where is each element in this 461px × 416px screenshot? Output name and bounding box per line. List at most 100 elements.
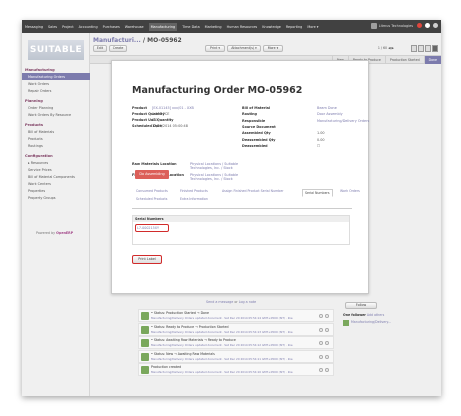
sidebar-item[interactable]: Products (22, 135, 90, 142)
breadcrumb-parent[interactable]: Manufacturi... (93, 37, 141, 44)
star-icon[interactable] (325, 354, 329, 359)
do-assembling-button[interactable]: Do Assembling (135, 170, 169, 179)
message-title: • Status: Production Started → Done (151, 311, 209, 315)
message-meta[interactable]: Manufacturing/Delivery Orders updated do… (151, 370, 293, 374)
user-menu[interactable]: Litmus Technologies (370, 23, 413, 29)
mark-read-icon[interactable] (319, 341, 323, 345)
star-icon[interactable] (325, 341, 329, 345)
follow-button[interactable]: Follow (345, 302, 377, 309)
field-value: 1.00 (317, 131, 325, 136)
stage-production-started[interactable]: Production Started (384, 56, 424, 64)
field-value[interactable]: Manufacturing/Delivery Orders (317, 119, 369, 123)
sidebar-item[interactable]: Repair Orders (22, 87, 90, 94)
mark-read-icon[interactable] (319, 368, 323, 372)
tab-item[interactable]: Scheduled Products (136, 197, 167, 201)
form-field-row: Deassembled ☐ (242, 144, 320, 148)
field-value[interactable]: Physical Locations / Suitable Technologi… (190, 173, 245, 181)
add-followers-link[interactable]: Add others (367, 313, 384, 317)
sidebar-item[interactable]: Routings (22, 142, 90, 149)
top-menu-item[interactable]: Warehouse (125, 25, 144, 29)
message-meta[interactable]: Manufacturing/Delivery Orders updated do… (151, 343, 293, 347)
top-menu-item[interactable]: Accounting (79, 25, 98, 29)
sidebar-item[interactable]: Work Orders By Resource (22, 111, 90, 118)
mark-read-icon[interactable] (319, 314, 323, 318)
field-label: Product (132, 106, 147, 110)
log-note-link[interactable]: Log a note (239, 300, 256, 304)
sidebar-item[interactable]: Properties (22, 187, 90, 194)
field-value[interactable]: Beam Done (317, 106, 337, 110)
top-menu-item[interactable]: Marketing (205, 25, 222, 29)
message-avatar (141, 312, 149, 320)
form-view-icon[interactable] (432, 45, 438, 52)
notification-icon[interactable] (417, 23, 422, 28)
top-menu-item[interactable]: More ▾ (307, 25, 318, 29)
graph-view-icon[interactable] (425, 45, 431, 52)
top-menu-item[interactable]: Project (62, 25, 74, 29)
message-meta[interactable]: Manufacturing/Delivery Orders updated do… (151, 330, 293, 334)
powered-by-link[interactable]: OpenERP (56, 231, 73, 235)
top-menu-item[interactable]: Time Data (182, 25, 199, 29)
send-message-link[interactable]: Send a message (206, 300, 233, 304)
serial-numbers-table: Serial Numbers L7-000215XY (132, 215, 350, 245)
field-value[interactable]: Door Assembly (317, 112, 343, 116)
breadcrumb-separator: / (142, 37, 146, 44)
list-view-icon[interactable] (411, 45, 417, 52)
message-meta[interactable]: Manufacturing/Delivery Orders updated do… (151, 357, 293, 361)
serial-number-cell[interactable]: L7-000215XY (135, 224, 169, 232)
sidebar-item[interactable]: ▸ Resources (22, 159, 90, 166)
chatter-message: • Status: Awaiting Raw Materials → Ready… (138, 336, 334, 349)
mark-read-icon[interactable] (319, 354, 323, 359)
star-icon[interactable] (325, 368, 329, 372)
follower-name[interactable]: Manufacturing/Delivery... (351, 320, 391, 326)
form-field-row: Bill of Material Beam Done (242, 106, 337, 110)
top-menu-item[interactable]: Messaging (25, 25, 43, 29)
tab-item[interactable]: Consumed Products (136, 189, 168, 193)
pager-next-icon[interactable]: ▶ (392, 46, 394, 50)
message-actions (319, 354, 329, 359)
top-menu-item[interactable]: Human Resources (227, 25, 258, 29)
mark-read-icon[interactable] (319, 327, 323, 332)
sidebar-item[interactable]: Manufacturing Orders (22, 73, 90, 80)
chatter-message: Production created Manufacturing/Delivery… (138, 363, 334, 376)
sidebar-item[interactable]: Bill of Material Components (22, 173, 90, 180)
sidebar-item[interactable]: Property Groups (22, 194, 90, 201)
mail-icon[interactable] (425, 23, 430, 28)
message-avatar (141, 339, 149, 347)
message-meta[interactable]: Manufacturing/Delivery Orders updated do… (151, 316, 293, 320)
sidebar-item[interactable]: Work Orders (22, 80, 90, 87)
form-field-row: Product Quantity 1.000 PCE (132, 112, 169, 116)
field-value[interactable]: Physical Locations / Suitable Technologi… (190, 162, 245, 170)
more-dropdown[interactable]: More ▾ (263, 45, 283, 52)
tab-item[interactable]: Finished Products (180, 189, 208, 193)
tab-item[interactable]: Serial Numbers (302, 189, 333, 197)
field-value[interactable]: [EX-01145] xxx/01 - XXB (152, 106, 194, 110)
top-menu-item[interactable]: Reporting (286, 25, 302, 29)
star-icon[interactable] (325, 314, 329, 318)
attachments-dropdown[interactable]: Attachment(s) ▾ (227, 45, 261, 52)
settings-icon[interactable] (433, 23, 438, 28)
sidebar: SUITABLE Manufacturing Manufacturing Orde… (22, 33, 90, 396)
tab-item[interactable]: Assign Finished Product Serial Number (222, 189, 283, 193)
stage-done[interactable]: Done (423, 56, 441, 64)
sidebar-item[interactable]: Bill of Materials (22, 128, 90, 135)
top-menu-item[interactable]: Knowledge (262, 25, 281, 29)
tab-item[interactable]: Extra Information (180, 197, 208, 201)
sidebar-item[interactable]: Order Planning (22, 104, 90, 111)
top-menu-item[interactable]: Manufacturing (148, 22, 178, 31)
powered-by-text: Powered by (36, 231, 56, 235)
top-menu-item[interactable]: Purchases (103, 25, 120, 29)
print-dropdown[interactable]: Print ▾ (205, 45, 225, 52)
top-menu-item[interactable]: Sales (48, 25, 57, 29)
edit-button[interactable]: Edit (93, 45, 107, 52)
chatter-message: • Status: Ready to Produce → Production … (138, 322, 334, 336)
tab-item[interactable]: Work Orders (340, 189, 360, 193)
sidebar-item[interactable]: Work Centers (22, 180, 90, 187)
notebook-tabs: Consumed Products Finished Products Assign… (132, 189, 360, 209)
create-button[interactable]: Create (109, 45, 127, 52)
print-label-button[interactable]: Print Label (132, 255, 162, 264)
sidebar-item[interactable]: Service Prices (22, 166, 90, 173)
star-icon[interactable] (325, 327, 329, 332)
follower-item[interactable]: Manufacturing/Delivery... (343, 320, 391, 326)
pager-prev-icon[interactable]: ◀ (388, 46, 390, 50)
calendar-view-icon[interactable] (418, 45, 424, 52)
